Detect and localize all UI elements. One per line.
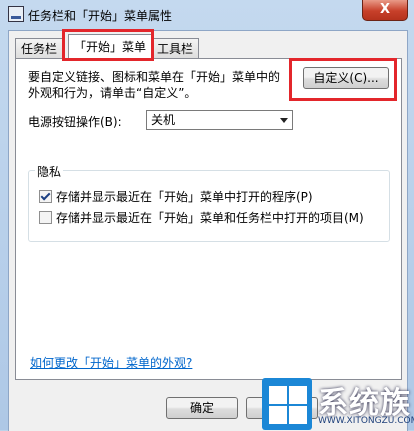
power-button-label: 电源按钮操作(B): <box>28 115 122 129</box>
privacy-group: 隐私 存储并显示最近在「开始」菜单中打开的程序(P) 存储并显示最近在「开始」菜… <box>28 163 390 242</box>
power-button-selected-value: 关机 <box>151 113 176 127</box>
power-button-action-select[interactable]: 关机 <box>146 110 293 130</box>
dialog-client-area: 任务栏 「开始」菜单 工具栏 要自定义链接、图标和菜单在「开始」菜单中的外观和行… <box>8 29 408 431</box>
customize-button[interactable]: 自定义(C)... <box>303 67 389 89</box>
store-recent-items-label: 存储并显示最近在「开始」菜单和任务栏中打开的项目(M) <box>56 211 364 225</box>
change-start-menu-help-link[interactable]: 如何更改「开始」菜单的外观? <box>30 354 192 371</box>
window-title: 任务栏和「开始」菜单属性 <box>28 9 173 23</box>
dropdown-arrow-icon <box>280 118 288 123</box>
close-button[interactable]: X <box>362 0 408 21</box>
watermark-url: WWW.XITONGZU.COM <box>318 416 414 426</box>
privacy-group-title: 隐私 <box>35 163 64 180</box>
tab-taskbar[interactable]: 任务栏 <box>15 38 64 59</box>
title-bar[interactable]: 任务栏和「开始」菜单属性 X <box>0 0 414 30</box>
tab-start-menu[interactable]: 「开始」菜单 <box>68 34 153 60</box>
checkbox-checked-icon <box>39 190 52 203</box>
checkbox-unchecked-icon <box>39 211 52 224</box>
properties-window: 任务栏和「开始」菜单属性 X 任务栏 「开始」菜单 工具栏 要自定义链接、图标和… <box>0 0 414 431</box>
windows-logo-icon <box>262 378 312 430</box>
store-recent-programs-label: 存储并显示最近在「开始」菜单中打开的程序(P) <box>56 190 313 204</box>
store-recent-items-checkbox[interactable]: 存储并显示最近在「开始」菜单和任务栏中打开的项目(M) <box>39 209 364 226</box>
start-menu-panel: 要自定义链接、图标和菜单在「开始」菜单中的外观和行为，请单击“自定义”。 自定义… <box>15 58 402 380</box>
store-recent-programs-checkbox[interactable]: 存储并显示最近在「开始」菜单中打开的程序(P) <box>39 188 313 205</box>
ok-button[interactable]: 确定 <box>166 397 238 419</box>
customize-description: 要自定义链接、图标和菜单在「开始」菜单中的外观和行为，请单击“自定义”。 <box>28 70 281 100</box>
taskbar-properties-icon <box>8 6 24 22</box>
tab-toolbars[interactable]: 工具栏 <box>151 38 200 59</box>
